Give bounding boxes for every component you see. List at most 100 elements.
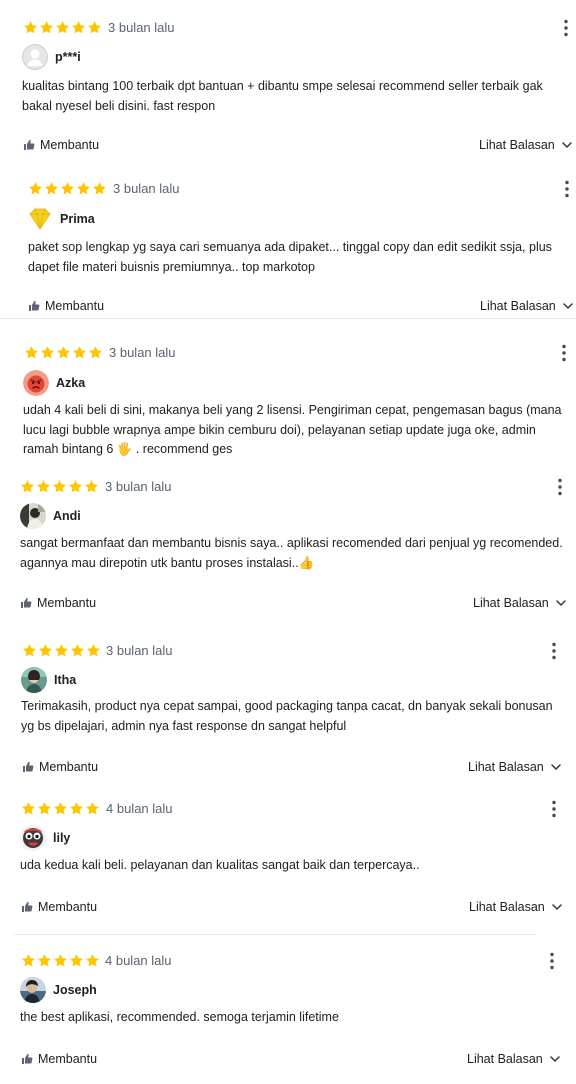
review-card: 3 bulan lalu Prima paket sop lengkap yg … [0,179,576,313]
chevron-down-icon [550,761,562,773]
more-options-icon[interactable] [557,343,571,363]
more-options-icon[interactable] [560,179,574,199]
chevron-down-icon [562,300,574,312]
reviewer: Andi [20,503,81,529]
star-rating [28,179,107,197]
view-reply-button[interactable]: Lihat Balasan [468,760,562,774]
star-icon [85,953,100,968]
review-card: 3 bulan lalu Andi sangat bermanfaat dan … [0,477,576,610]
review-header: 3 bulan lalu [0,179,576,199]
helpful-button[interactable]: Membantu [21,900,97,914]
review-text: udah 4 kali beli di sini, makanya beli y… [23,403,562,456]
star-icon [54,643,69,658]
reviewer: Azka [23,370,85,396]
star-icon [88,345,103,360]
review-time: 3 bulan lalu [106,643,173,658]
view-reply-button[interactable]: Lihat Balasan [467,1052,561,1066]
star-icon [21,801,36,816]
star-icon [39,20,54,35]
more-options-icon[interactable] [547,799,561,819]
review-text: paket sop lengkap yg saya cari semuanya … [28,240,552,274]
reviewer-name: Andi [53,509,81,523]
star-icon [44,181,59,196]
star-icon [72,345,87,360]
review-time: 3 bulan lalu [109,345,176,360]
more-options-icon[interactable] [545,951,559,971]
helpful-button[interactable]: Membantu [21,1052,97,1066]
helpful-label: Membantu [37,596,97,610]
reviewer-name: Azka [56,376,86,390]
star-icon [85,801,100,816]
star-rating [24,343,103,361]
review-header: 4 bulan lalu [0,951,576,971]
review-card: 3 bulan lalu Itha Terimakasih, product n… [0,641,576,774]
star-icon [55,20,70,35]
review-card: 4 bulan lalu lily uda kedua kali beli. p… [0,799,576,914]
helpful-button[interactable]: Membantu [28,299,104,313]
star-icon [37,801,52,816]
reviewer: lily [20,825,70,851]
star-icon [53,801,68,816]
thumbs-up-icon [23,139,35,151]
star-icon [40,345,55,360]
star-icon [87,20,102,35]
thumbs-up-icon [22,761,34,773]
view-reply-label: Lihat Balasan [479,138,555,152]
photo-avatar [21,667,47,693]
view-reply-label: Lihat Balasan [468,760,544,774]
reviewer: Joseph [20,977,97,1003]
helpful-button[interactable]: Membantu [22,760,98,774]
chevron-down-icon [555,597,567,609]
star-rating [22,641,101,659]
reviewer-name: Joseph [53,983,97,997]
helpful-button[interactable]: Membantu [23,138,99,152]
reviewer: Prima [27,206,95,232]
star-icon [24,345,39,360]
review-header: 3 bulan lalu [0,18,576,38]
thumbs-up-icon [21,901,33,913]
view-reply-label: Lihat Balasan [469,900,545,914]
review-time: 3 bulan lalu [113,181,180,196]
star-rating [21,951,100,969]
star-icon [70,643,85,658]
thumbs-up-icon [20,597,32,609]
reviewer: Itha [21,667,76,693]
star-icon [76,181,91,196]
star-icon [53,953,68,968]
helpful-button[interactable]: Membantu [20,596,96,610]
view-reply-button[interactable]: Lihat Balasan [479,138,573,152]
review-text: sangat bermanfaat dan membantu bisnis sa… [20,536,563,570]
review-time: 4 bulan lalu [105,953,172,968]
view-reply-button[interactable]: Lihat Balasan [473,596,567,610]
review-time: 3 bulan lalu [108,20,175,35]
more-options-icon[interactable] [559,18,573,38]
helpful-label: Membantu [38,900,98,914]
star-icon [56,345,71,360]
star-icon [68,479,83,494]
star-icon [92,181,107,196]
star-rating [20,477,99,495]
helpful-label: Membantu [45,299,105,313]
view-reply-label: Lihat Balasan [480,299,556,313]
review-text: the best aplikasi, recommended. semoga t… [20,1010,339,1024]
reviewer-name: lily [53,831,71,845]
review-card: 3 bulan lalu Azka udah 4 kali beli di si… [0,343,576,456]
star-rating [21,799,100,817]
review-header: 4 bulan lalu [0,799,576,819]
more-options-icon[interactable] [547,641,561,661]
divider [0,318,576,319]
star-icon [22,643,37,658]
review-time: 4 bulan lalu [106,801,173,816]
star-icon [86,643,101,658]
star-icon [37,953,52,968]
helpful-label: Membantu [39,760,99,774]
gold-diamond-avatar [27,206,53,232]
thumbs-up-icon [28,300,40,312]
chevron-down-icon [551,901,563,913]
review-header: 3 bulan lalu [0,641,576,661]
view-reply-button[interactable]: Lihat Balasan [469,900,563,914]
review-text: kualitas bintang 100 terbaik dpt bantuan… [22,79,543,113]
star-rating [23,18,102,36]
more-options-icon[interactable] [553,477,567,497]
view-reply-button[interactable]: Lihat Balasan [480,299,574,313]
